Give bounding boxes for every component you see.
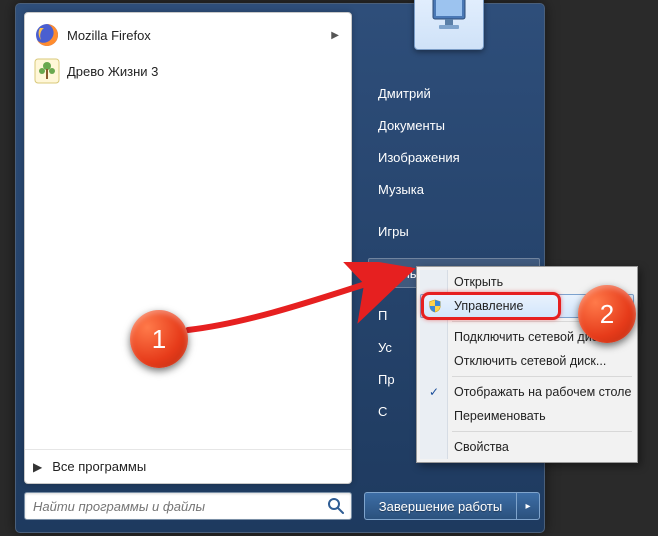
- nav-user[interactable]: Дмитрий: [368, 78, 540, 108]
- ctx-disconnect-drive[interactable]: Отключить сетевой диск...: [420, 349, 634, 373]
- programs-panel: Mozilla Firefox ▶ Древо Жизни 3 ▶ Все пр…: [24, 12, 352, 484]
- chevron-right-icon: ▶: [33, 460, 42, 474]
- tree-icon: [33, 57, 61, 85]
- check-icon: ✓: [429, 385, 439, 399]
- program-label: Mozilla Firefox: [67, 28, 331, 43]
- nav-help[interactable]: С: [368, 396, 418, 426]
- search-input[interactable]: [33, 499, 321, 514]
- nav-games[interactable]: Игры: [368, 216, 540, 246]
- chevron-right-icon: ▶: [331, 30, 343, 41]
- nav-control-panel[interactable]: П: [368, 300, 418, 330]
- program-label: Древо Жизни 3: [67, 64, 343, 79]
- shutdown-button[interactable]: Завершение работы: [364, 492, 516, 520]
- ctx-properties[interactable]: Свойства: [420, 435, 634, 459]
- ctx-show-desktop[interactable]: ✓ Отображать на рабочем столе: [420, 380, 634, 404]
- shutdown-group: Завершение работы ▸: [364, 492, 540, 520]
- all-programs[interactable]: ▶ Все программы: [25, 449, 351, 483]
- nav-music[interactable]: Музыка: [368, 174, 540, 204]
- step-badge-2: 2: [578, 285, 636, 343]
- search-box[interactable]: [24, 492, 352, 520]
- shield-icon: [427, 298, 443, 314]
- program-item-tree[interactable]: Древо Жизни 3: [29, 53, 347, 89]
- chevron-right-icon: ▸: [525, 501, 530, 512]
- user-picture[interactable]: [414, 0, 484, 50]
- ctx-rename[interactable]: Переименовать: [420, 404, 634, 428]
- nav-defaults[interactable]: Пр: [368, 364, 418, 394]
- programs-list: Mozilla Firefox ▶ Древо Жизни 3: [25, 13, 351, 93]
- separator: [452, 376, 632, 377]
- firefox-icon: [33, 21, 61, 49]
- monitor-icon: [425, 0, 473, 39]
- step-badge-1: 1: [130, 310, 188, 368]
- search-icon[interactable]: [327, 497, 345, 515]
- all-programs-label: Все программы: [52, 459, 146, 474]
- shutdown-options-button[interactable]: ▸: [516, 492, 540, 520]
- search-row: [24, 488, 352, 524]
- program-item-firefox[interactable]: Mozilla Firefox ▶: [29, 17, 347, 53]
- nav-images[interactable]: Изображения: [368, 142, 540, 172]
- nav-devices[interactable]: Ус: [368, 332, 418, 362]
- separator: [452, 431, 632, 432]
- nav-documents[interactable]: Документы: [368, 110, 540, 140]
